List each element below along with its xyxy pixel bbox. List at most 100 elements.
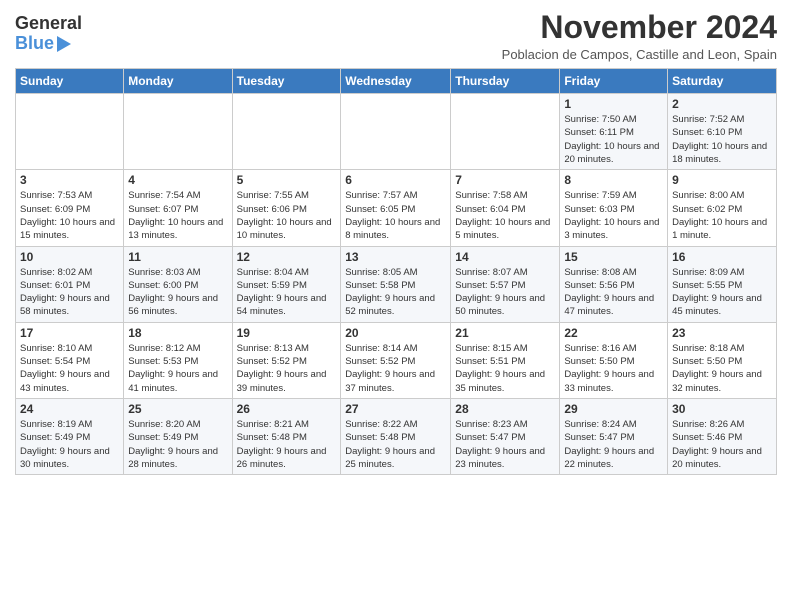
day-number: 22	[564, 326, 663, 340]
calendar-cell: 2 Sunrise: 7:52 AM Sunset: 6:10 PM Daylig…	[668, 94, 777, 170]
calendar-cell: 6 Sunrise: 7:57 AM Sunset: 6:05 PM Daylig…	[341, 170, 451, 246]
day-number: 4	[128, 173, 227, 187]
day-info: Sunrise: 8:04 AM Sunset: 5:59 PM Dayligh…	[237, 266, 337, 319]
calendar-cell: 24 Sunrise: 8:19 AM Sunset: 5:49 PM Dayli…	[16, 398, 124, 474]
calendar-cell	[341, 94, 451, 170]
calendar-cell: 25 Sunrise: 8:20 AM Sunset: 5:49 PM Dayli…	[124, 398, 232, 474]
calendar-cell	[124, 94, 232, 170]
day-info: Sunrise: 7:54 AM Sunset: 6:07 PM Dayligh…	[128, 189, 227, 242]
logo-triangle-icon	[57, 36, 71, 52]
day-info: Sunrise: 8:16 AM Sunset: 5:50 PM Dayligh…	[564, 342, 663, 395]
calendar-cell: 15Sunrise: 8:08 AM Sunset: 5:56 PM Dayli…	[560, 246, 668, 322]
calendar-week-2: 3 Sunrise: 7:53 AM Sunset: 6:09 PM Daylig…	[16, 170, 777, 246]
calendar-cell: 18 Sunrise: 8:12 AM Sunset: 5:53 PM Dayli…	[124, 322, 232, 398]
day-info: Sunrise: 8:02 AM Sunset: 6:01 PM Dayligh…	[20, 266, 119, 319]
day-info: Sunrise: 7:55 AM Sunset: 6:06 PM Dayligh…	[237, 189, 337, 242]
day-number: 11	[128, 250, 227, 264]
day-number: 24	[20, 402, 119, 416]
day-number: 25	[128, 402, 227, 416]
day-info: Sunrise: 8:07 AM Sunset: 5:57 PM Dayligh…	[455, 266, 555, 319]
header-row: SundayMondayTuesdayWednesdayThursdayFrid…	[16, 69, 777, 94]
day-info: Sunrise: 7:59 AM Sunset: 6:03 PM Dayligh…	[564, 189, 663, 242]
day-header-sunday: Sunday	[16, 69, 124, 94]
calendar-table: SundayMondayTuesdayWednesdayThursdayFrid…	[15, 68, 777, 475]
day-info: Sunrise: 8:15 AM Sunset: 5:51 PM Dayligh…	[455, 342, 555, 395]
calendar-cell: 21 Sunrise: 8:15 AM Sunset: 5:51 PM Dayli…	[451, 322, 560, 398]
day-number: 15	[564, 250, 663, 264]
calendar-cell: 4 Sunrise: 7:54 AM Sunset: 6:07 PM Daylig…	[124, 170, 232, 246]
day-number: 6	[345, 173, 446, 187]
day-number: 26	[237, 402, 337, 416]
day-info: Sunrise: 8:12 AM Sunset: 5:53 PM Dayligh…	[128, 342, 227, 395]
day-info: Sunrise: 8:13 AM Sunset: 5:52 PM Dayligh…	[237, 342, 337, 395]
calendar-cell: 28Sunrise: 8:23 AM Sunset: 5:47 PM Dayli…	[451, 398, 560, 474]
day-number: 3	[20, 173, 119, 187]
day-number: 14	[455, 250, 555, 264]
calendar-week-5: 24 Sunrise: 8:19 AM Sunset: 5:49 PM Dayli…	[16, 398, 777, 474]
day-info: Sunrise: 8:03 AM Sunset: 6:00 PM Dayligh…	[128, 266, 227, 319]
day-header-friday: Friday	[560, 69, 668, 94]
day-header-tuesday: Tuesday	[232, 69, 341, 94]
day-number: 8	[564, 173, 663, 187]
calendar-body: 1 Sunrise: 7:50 AM Sunset: 6:11 PM Daylig…	[16, 94, 777, 475]
day-info: Sunrise: 8:09 AM Sunset: 5:55 PM Dayligh…	[672, 266, 772, 319]
day-number: 29	[564, 402, 663, 416]
day-info: Sunrise: 7:53 AM Sunset: 6:09 PM Dayligh…	[20, 189, 119, 242]
logo-blue-text: Blue	[15, 34, 54, 54]
calendar-cell: 14 Sunrise: 8:07 AM Sunset: 5:57 PM Dayli…	[451, 246, 560, 322]
calendar-cell: 9Sunrise: 8:00 AM Sunset: 6:02 PM Daylig…	[668, 170, 777, 246]
calendar-cell: 1 Sunrise: 7:50 AM Sunset: 6:11 PM Daylig…	[560, 94, 668, 170]
title-area: November 2024 Poblacion de Campos, Casti…	[502, 10, 777, 62]
day-info: Sunrise: 8:14 AM Sunset: 5:52 PM Dayligh…	[345, 342, 446, 395]
day-info: Sunrise: 7:57 AM Sunset: 6:05 PM Dayligh…	[345, 189, 446, 242]
calendar-cell: 30 Sunrise: 8:26 AM Sunset: 5:46 PM Dayli…	[668, 398, 777, 474]
calendar-cell: 8 Sunrise: 7:59 AM Sunset: 6:03 PM Daylig…	[560, 170, 668, 246]
calendar-cell: 7Sunrise: 7:58 AM Sunset: 6:04 PM Daylig…	[451, 170, 560, 246]
day-info: Sunrise: 8:05 AM Sunset: 5:58 PM Dayligh…	[345, 266, 446, 319]
day-number: 18	[128, 326, 227, 340]
calendar-cell: 5Sunrise: 7:55 AM Sunset: 6:06 PM Daylig…	[232, 170, 341, 246]
day-info: Sunrise: 8:18 AM Sunset: 5:50 PM Dayligh…	[672, 342, 772, 395]
day-header-monday: Monday	[124, 69, 232, 94]
calendar-week-4: 17 Sunrise: 8:10 AM Sunset: 5:54 PM Dayli…	[16, 322, 777, 398]
calendar-cell: 10Sunrise: 8:02 AM Sunset: 6:01 PM Dayli…	[16, 246, 124, 322]
day-info: Sunrise: 8:20 AM Sunset: 5:49 PM Dayligh…	[128, 418, 227, 471]
location-subtitle: Poblacion de Campos, Castille and Leon, …	[502, 47, 777, 62]
day-number: 1	[564, 97, 663, 111]
logo: General Blue	[15, 14, 82, 54]
day-number: 19	[237, 326, 337, 340]
calendar-cell: 29 Sunrise: 8:24 AM Sunset: 5:47 PM Dayli…	[560, 398, 668, 474]
day-info: Sunrise: 8:24 AM Sunset: 5:47 PM Dayligh…	[564, 418, 663, 471]
day-info: Sunrise: 7:58 AM Sunset: 6:04 PM Dayligh…	[455, 189, 555, 242]
calendar-cell: 3 Sunrise: 7:53 AM Sunset: 6:09 PM Daylig…	[16, 170, 124, 246]
calendar-cell: 13 Sunrise: 8:05 AM Sunset: 5:58 PM Dayli…	[341, 246, 451, 322]
day-number: 16	[672, 250, 772, 264]
day-info: Sunrise: 8:19 AM Sunset: 5:49 PM Dayligh…	[20, 418, 119, 471]
day-info: Sunrise: 8:10 AM Sunset: 5:54 PM Dayligh…	[20, 342, 119, 395]
header: General Blue November 2024 Poblacion de …	[15, 10, 777, 62]
calendar-cell: 22 Sunrise: 8:16 AM Sunset: 5:50 PM Dayli…	[560, 322, 668, 398]
day-info: Sunrise: 8:23 AM Sunset: 5:47 PM Dayligh…	[455, 418, 555, 471]
day-number: 17	[20, 326, 119, 340]
calendar-cell: 27Sunrise: 8:22 AM Sunset: 5:48 PM Dayli…	[341, 398, 451, 474]
calendar-cell: 20 Sunrise: 8:14 AM Sunset: 5:52 PM Dayli…	[341, 322, 451, 398]
day-number: 12	[237, 250, 337, 264]
month-year-title: November 2024	[502, 10, 777, 45]
calendar-cell: 12 Sunrise: 8:04 AM Sunset: 5:59 PM Dayli…	[232, 246, 341, 322]
calendar-cell	[232, 94, 341, 170]
day-number: 30	[672, 402, 772, 416]
day-info: Sunrise: 7:50 AM Sunset: 6:11 PM Dayligh…	[564, 113, 663, 166]
calendar-header: SundayMondayTuesdayWednesdayThursdayFrid…	[16, 69, 777, 94]
day-header-thursday: Thursday	[451, 69, 560, 94]
day-number: 13	[345, 250, 446, 264]
day-number: 21	[455, 326, 555, 340]
day-info: Sunrise: 8:21 AM Sunset: 5:48 PM Dayligh…	[237, 418, 337, 471]
day-number: 2	[672, 97, 772, 111]
calendar-cell: 19 Sunrise: 8:13 AM Sunset: 5:52 PM Dayli…	[232, 322, 341, 398]
calendar-cell: 16 Sunrise: 8:09 AM Sunset: 5:55 PM Dayli…	[668, 246, 777, 322]
day-header-saturday: Saturday	[668, 69, 777, 94]
day-info: Sunrise: 7:52 AM Sunset: 6:10 PM Dayligh…	[672, 113, 772, 166]
day-number: 20	[345, 326, 446, 340]
day-info: Sunrise: 8:26 AM Sunset: 5:46 PM Dayligh…	[672, 418, 772, 471]
logo-general-text: General	[15, 14, 82, 34]
